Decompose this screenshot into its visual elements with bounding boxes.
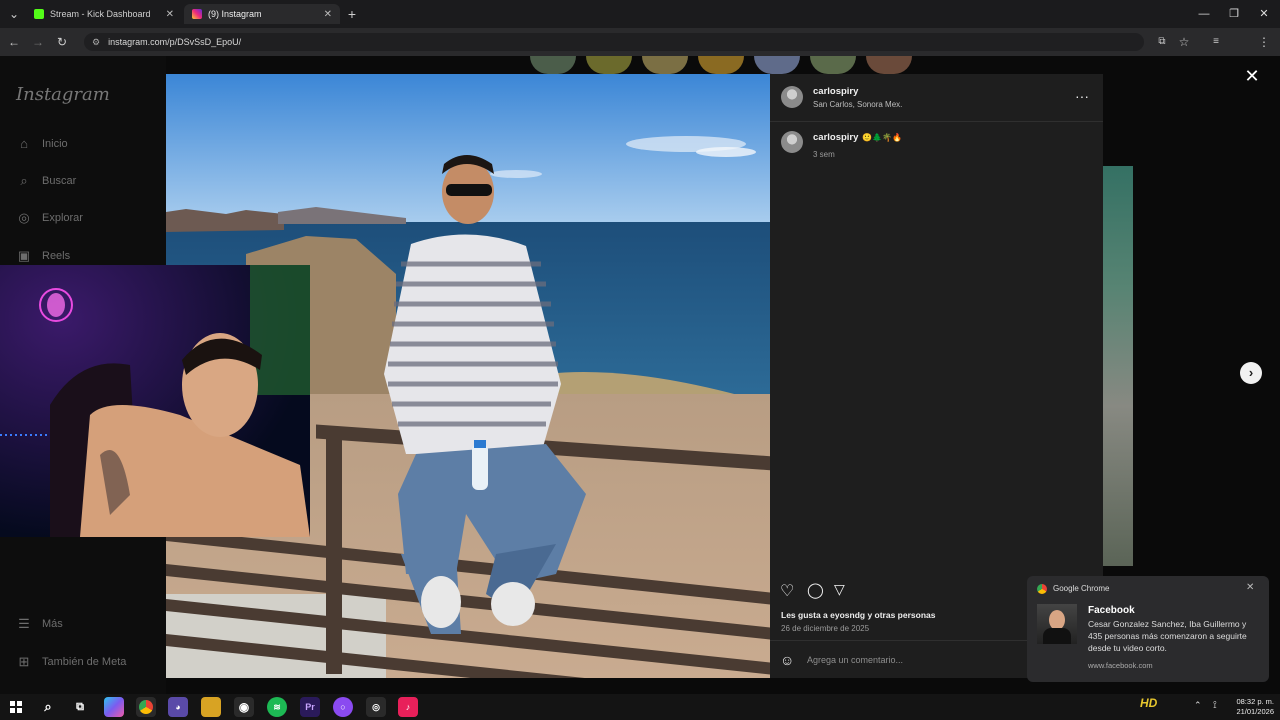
premiere-pro-icon[interactable]: Pr — [300, 697, 320, 717]
kick-favicon-icon — [34, 9, 44, 19]
sidebar-item-tambien-de-meta[interactable]: ⊞ También de Meta — [16, 652, 127, 672]
file-explorer-icon[interactable] — [201, 697, 221, 717]
tab-label: (9) Instagram — [208, 9, 262, 19]
new-tab-icon[interactable]: + — [344, 6, 360, 22]
clock-date: 21/01/2026 — [1236, 707, 1274, 716]
notification-title: Facebook — [1088, 605, 1135, 616]
reels-icon: ▣ — [17, 248, 31, 263]
github-icon[interactable]: ◎ — [366, 697, 386, 717]
system-clock[interactable]: 08:32 p. m. 21/01/2026 — [1230, 697, 1274, 717]
browser-tab-bar: ⌄ Stream - Kick Dashboard ✕ (9) Instagra… — [0, 0, 1280, 28]
notification-source: Google Chrome — [1053, 584, 1110, 593]
forward-icon[interactable]: → — [30, 34, 46, 50]
chrome-menu-icon[interactable]: ⋮ — [1256, 34, 1272, 50]
sidebar-item-label: Buscar — [42, 175, 77, 187]
post-author-username[interactable]: carlospiry — [813, 86, 858, 97]
caption-row: carlospiry 🙂🌲🌴🔥 — [813, 132, 902, 143]
like-heart-icon[interactable]: ♡ — [780, 581, 794, 601]
notification-site: www.facebook.com — [1088, 661, 1153, 670]
tab-kick-dashboard[interactable]: Stream - Kick Dashboard ✕ — [26, 4, 182, 24]
media-control-icon[interactable]: ≡ — [1208, 34, 1224, 50]
windows-taskbar — [0, 694, 1280, 720]
hd-tray-icon[interactable]: HD — [1140, 696, 1172, 714]
search-icon[interactable]: ⌕ — [38, 697, 58, 717]
notification-image — [1037, 604, 1077, 644]
sidebar-item-reels[interactable]: ▣ Reels — [16, 246, 70, 266]
restore-icon[interactable]: ❐ — [1226, 6, 1242, 22]
emoji-icon[interactable]: ☺ — [780, 652, 794, 668]
site-info-icon[interactable]: ⚙ — [92, 37, 100, 48]
sidebar-item-label: Reels — [42, 250, 71, 262]
background-stories-strip — [530, 56, 970, 74]
caption-text: 🙂🌲🌴🔥 — [862, 133, 903, 142]
likes-summary[interactable]: Les gusta a eyosndg y otras personas — [781, 610, 935, 620]
sidebar-item-label: Explorar — [42, 212, 83, 224]
url-input[interactable]: ⚙ instagram.com/p/DSvSsD_EpoU/ — [84, 33, 1144, 51]
post-date: 26 de diciembre de 2025 — [781, 624, 870, 633]
copilot-icon[interactable] — [104, 697, 124, 717]
instagram-favicon-icon — [192, 9, 202, 19]
chrome-notification[interactable]: Google Chrome ✕ Facebook Cesar Gonzalez … — [1027, 576, 1269, 682]
instagram-logo[interactable]: Instagram — [16, 84, 110, 105]
home-icon: ⌂ — [20, 136, 28, 151]
sidebar-item-label: También de Meta — [42, 656, 127, 668]
tiktok-icon[interactable]: ♪ — [398, 697, 418, 717]
divider — [770, 121, 1103, 122]
more-options-icon[interactable]: ··· — [1075, 88, 1089, 104]
search-icon: ⌕ — [20, 173, 28, 188]
meta-icon: ⊞ — [18, 654, 30, 669]
next-post-preview — [1103, 166, 1133, 566]
clock-time: 08:32 p. m. — [1236, 697, 1274, 706]
url-text: instagram.com/p/DSvSsD_EpoU/ — [108, 37, 242, 47]
menu-icon: ☰ — [18, 616, 30, 631]
webcam-overlay — [0, 265, 310, 537]
chrome-logo-icon — [1037, 584, 1047, 594]
reload-icon[interactable]: ↻ — [54, 34, 70, 50]
sidebar-item-buscar[interactable]: ⌕ Buscar — [16, 171, 76, 191]
close-tab-icon[interactable]: ✕ — [324, 9, 332, 20]
app-circle-icon[interactable]: ○ — [333, 697, 353, 717]
sidebar-item-mas[interactable]: ☰ Más — [16, 614, 63, 634]
back-icon[interactable]: ← — [6, 34, 22, 50]
webcam-image — [0, 265, 310, 537]
caption-username[interactable]: carlospiry — [813, 132, 858, 143]
caption-timestamp: 3 sem — [813, 150, 835, 159]
notification-body: Cesar Gonzalez Sanchez, Iba Guillermo y … — [1088, 619, 1247, 653]
chrome-taskbar-icon[interactable] — [136, 697, 156, 717]
start-windows-icon[interactable] — [6, 697, 26, 717]
bookmark-star-icon[interactable]: ☆ — [1176, 34, 1192, 50]
tab-search-icon[interactable]: ⌄ — [6, 6, 22, 22]
next-post-arrow-icon[interactable]: › — [1240, 362, 1262, 384]
caption-avatar[interactable] — [781, 131, 803, 153]
notification-close-icon[interactable]: ✕ — [1246, 582, 1254, 593]
discord-icon[interactable]: ◕ — [168, 697, 188, 717]
close-modal-icon[interactable]: ✕ — [1242, 66, 1262, 86]
close-tab-icon[interactable]: ✕ — [166, 9, 174, 20]
sidebar-item-label: Más — [42, 618, 63, 630]
tab-instagram[interactable]: (9) Instagram ✕ — [184, 4, 340, 24]
install-icon[interactable]: ⧉ — [1154, 34, 1170, 50]
spotify-icon[interactable]: ≋ — [267, 697, 287, 717]
sidebar-item-inicio[interactable]: ⌂ Inicio — [16, 134, 68, 154]
author-avatar[interactable] — [781, 86, 803, 108]
minimize-icon[interactable]: — — [1196, 6, 1212, 22]
compass-icon: ◎ — [18, 210, 30, 225]
comment-bubble-icon[interactable]: ◯ — [807, 581, 824, 599]
close-window-icon[interactable]: ✕ — [1256, 6, 1272, 22]
sidebar-item-explorar[interactable]: ◎ Explorar — [16, 208, 83, 228]
network-icon[interactable]: ⟟ — [1213, 700, 1217, 711]
tab-label: Stream - Kick Dashboard — [50, 9, 151, 19]
tray-chevron-icon[interactable]: ⌃ — [1194, 700, 1202, 711]
sidebar-item-label: Inicio — [42, 138, 68, 150]
post-location[interactable]: San Carlos, Sonora Mex. — [813, 100, 902, 109]
task-view-icon[interactable]: ⧉ — [70, 697, 90, 717]
obs-icon[interactable]: ◉ — [234, 697, 254, 717]
share-send-icon[interactable]: ▽ — [834, 581, 845, 598]
